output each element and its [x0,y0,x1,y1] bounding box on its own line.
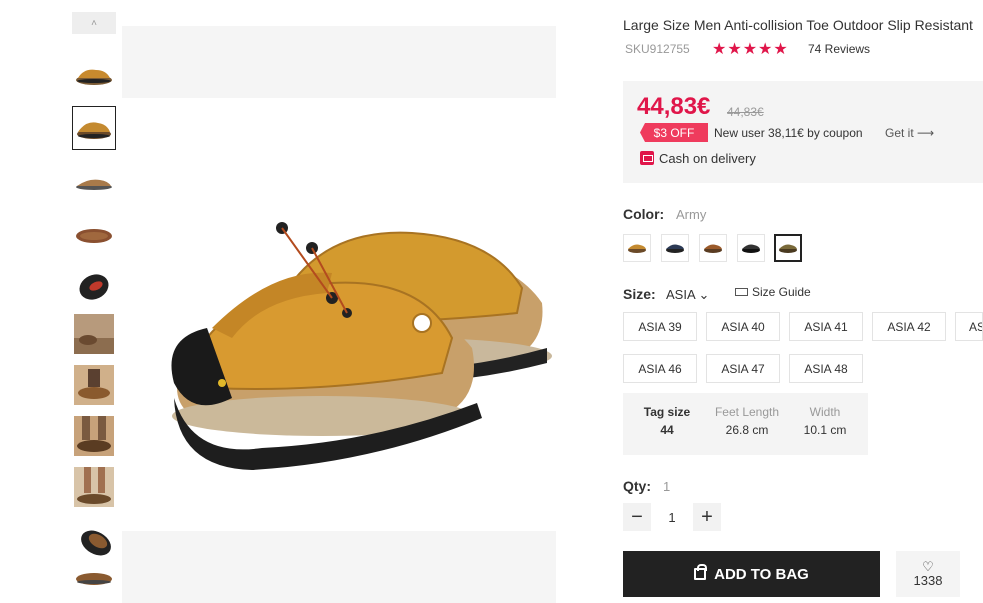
qty-label: Qty: [623,478,651,494]
thumbnail-6[interactable] [72,312,116,356]
qty-summary: 1 [663,479,671,494]
size-option[interactable]: ASIA 46 [623,354,697,383]
size-option[interactable]: ASIA 40 [706,312,780,341]
tag-size-column: Tag size 44 [637,405,697,437]
thumbnail-1[interactable] [72,52,116,96]
current-price: 44,83€ [637,93,711,120]
size-option[interactable]: ASIA 41 [789,312,863,341]
sandal-swatch-image [628,244,646,253]
feet-length-label: Feet Length [714,405,780,419]
image-placeholder-bottom [122,531,556,603]
ruler-icon [735,288,748,296]
plus-icon: + [701,505,713,528]
cash-on-delivery-label: Cash on delivery [659,151,756,166]
rating-stars: ★★★★★ [712,41,789,58]
color-label: Color: [623,206,665,222]
thumbnail-4[interactable] [72,212,116,256]
product-page: ˄ Large Size Men Anti-collision Toe Outd… [0,0,983,603]
sandal-thumbnail-image [76,229,112,243]
thumbnail-7[interactable] [72,363,116,407]
sandal-thumbnail-image [77,122,111,139]
size-guide-label: Size Guide [752,285,811,299]
coupon-badge: $3 OFF [640,123,708,142]
size-system-dropdown[interactable]: ASIA ⌄ [666,287,709,303]
lifestyle-thumbnail-image [74,467,114,507]
width-column: Width 10.1 cm [795,405,855,437]
selected-color-name: Army [676,207,707,222]
size-info-panel: Tag size 44 Feet Length 26.8 cm Width 10… [623,393,868,455]
lifestyle-thumbnail-image [74,365,114,405]
sandal-thumbnail-image [76,69,112,85]
sandal-swatch-image [704,244,722,253]
coupon-description: New user 38,11€ by coupon [714,126,863,140]
heart-icon: ♡ [922,559,934,574]
get-coupon-link[interactable]: Get it ⟶ [885,126,934,140]
sandal-product-image [171,222,552,470]
lifestyle-thumbnail-image [74,416,114,456]
product-sku: SKU912755 [625,42,690,56]
truck-icon [640,151,654,165]
color-swatch-5-selected[interactable] [774,234,802,262]
minus-icon: − [631,505,643,528]
lifestyle-thumbnail-image [74,314,114,354]
size-option[interactable]: ASIA 43 [955,312,983,341]
thumbnail-8[interactable] [72,414,116,458]
color-swatch-3[interactable] [699,234,727,262]
qty-decrease-button[interactable]: − [623,503,651,531]
feet-length-value: 26.8 cm [725,423,769,437]
size-option[interactable]: ASIA 47 [706,354,780,383]
add-to-bag-label: ADD TO BAG [714,565,809,583]
sandal-thumbnail-image [81,530,111,556]
sandal-thumbnail-image [79,274,109,300]
main-product-image[interactable] [122,98,556,531]
qty-increase-button[interactable]: + [693,503,721,531]
thumbnail-2[interactable] [72,106,116,150]
sandal-thumbnail-image [76,179,112,190]
sandal-swatch-image [742,244,760,253]
color-swatch-2[interactable] [661,234,689,262]
add-to-bag-button[interactable]: ADD TO BAG [623,551,880,597]
color-swatch-1[interactable] [623,234,651,262]
sandal-swatch-image [779,244,797,253]
size-option[interactable]: ASIA 39 [623,312,697,341]
thumbnail-scroll-up-button[interactable]: ˄ [72,12,116,34]
feet-length-column: Feet Length 26.8 cm [707,405,787,437]
price-box: 44,83€ 44,83€ $3 OFF New user 38,11€ by … [623,81,983,183]
thumbnail-9[interactable] [72,465,116,509]
size-label: Size: [623,286,656,302]
reviews-link[interactable]: 74 Reviews [808,42,870,56]
thumbnail-5[interactable] [72,263,116,307]
product-title: Large Size Men Anti-collision Toe Outdoo… [623,17,973,33]
size-option[interactable]: ASIA 48 [789,354,863,383]
sandal-thumbnail-image [76,573,112,585]
size-guide-link[interactable]: Size Guide [735,285,811,299]
width-value: 10.1 cm [803,423,847,437]
size-option[interactable]: ASIA 42 [872,312,946,341]
width-label: Width [809,405,841,419]
image-placeholder-top [122,26,556,98]
wishlist-count: 1338 [913,573,943,588]
thumbnail-11[interactable] [72,564,116,594]
tag-size-value: 44 [660,423,674,437]
original-price: 44,83€ [727,105,764,119]
qty-input[interactable]: 1 [656,503,688,531]
thumbnail-10[interactable] [72,517,116,561]
wishlist-button[interactable]: ♡ 1338 [896,551,960,597]
tag-size-label: Tag size [643,405,691,419]
shopping-bag-icon [694,564,708,580]
chevron-up-icon: ˄ [91,17,97,29]
thumbnail-3[interactable] [72,161,116,205]
color-swatch-4[interactable] [737,234,765,262]
sandal-swatch-image [666,244,684,253]
